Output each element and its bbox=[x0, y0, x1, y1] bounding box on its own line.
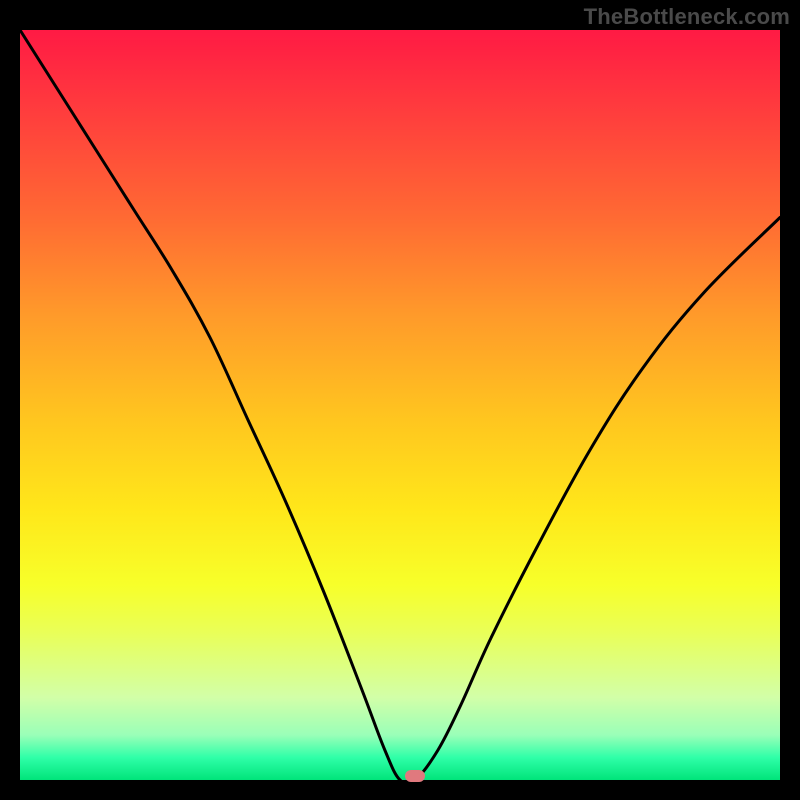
bottleneck-curve bbox=[20, 30, 780, 780]
optimal-marker bbox=[405, 770, 425, 782]
attribution-text: TheBottleneck.com bbox=[584, 4, 790, 30]
chart-frame: TheBottleneck.com bbox=[0, 0, 800, 800]
plot-area bbox=[20, 30, 780, 780]
curve-path bbox=[20, 30, 780, 780]
